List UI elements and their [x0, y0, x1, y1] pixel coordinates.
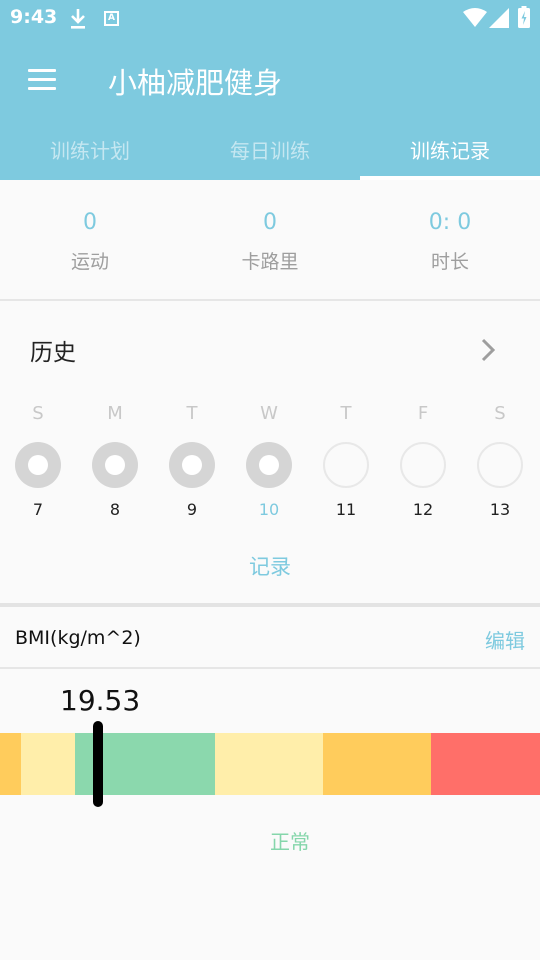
bmi-segment-underweight-dark — [0, 733, 21, 795]
stat-duration: 0: 0 时长 — [360, 180, 540, 299]
tab-training-records[interactable]: 训练记录 — [360, 128, 540, 180]
bmi-marker — [93, 721, 103, 807]
menu-button[interactable] — [20, 62, 64, 98]
day-saturday[interactable]: S 13 — [470, 403, 530, 519]
menu-icon-line — [28, 69, 56, 72]
bmi-header: BMI(kg/m^2) 编辑 — [0, 607, 540, 669]
day-friday[interactable]: F 12 — [393, 403, 453, 519]
wifi-icon — [463, 8, 487, 27]
day-number: 9 — [186, 500, 198, 519]
menu-icon-line — [28, 78, 56, 81]
bmi-edit-button[interactable]: 编辑 — [485, 625, 525, 654]
stat-value: 0 — [83, 210, 97, 235]
bmi-segment-obese — [323, 733, 431, 795]
bmi-value: 19.53 — [60, 684, 141, 717]
app-title: 小柚减肥健身 — [108, 66, 283, 100]
download-icon — [71, 9, 85, 29]
tab-bar: 训练计划 每日训练 训练记录 — [0, 128, 540, 180]
day-letter: S — [494, 403, 506, 424]
record-link[interactable]: 记录 — [0, 551, 540, 581]
app-bar: 小柚减肥健身 训练计划 每日训练 训练记录 — [0, 36, 540, 180]
bmi-segment-severe — [431, 733, 540, 795]
day-letter: M — [107, 403, 123, 424]
day-empty-indicator — [323, 442, 369, 488]
day-number-today: 10 — [258, 500, 280, 519]
day-letter: T — [186, 403, 198, 424]
day-done-indicator — [15, 442, 61, 488]
bmi-scale-bar — [0, 733, 540, 795]
day-thursday[interactable]: T 11 — [316, 403, 376, 519]
battery-icon — [518, 6, 530, 28]
signal-icon — [489, 8, 509, 28]
status-time: 9:43 — [10, 6, 58, 28]
stat-label: 时长 — [430, 251, 469, 273]
day-number: 7 — [32, 500, 44, 519]
stat-value: 0 — [263, 210, 277, 235]
status-bar: 9:43 A — [0, 0, 540, 36]
day-letter: F — [417, 403, 429, 424]
day-number: 12 — [412, 500, 434, 519]
day-letter: T — [340, 403, 352, 424]
day-tuesday[interactable]: T 9 — [162, 403, 222, 519]
bmi-segment-underweight-light — [21, 733, 75, 795]
day-number: 8 — [109, 500, 121, 519]
day-number: 13 — [489, 500, 511, 519]
day-empty-indicator — [400, 442, 446, 488]
stat-label: 运动 — [70, 251, 109, 273]
day-wednesday[interactable]: W 10 — [239, 403, 299, 519]
chevron-right-icon[interactable] — [478, 337, 498, 363]
tab-training-plan[interactable]: 训练计划 — [0, 128, 180, 180]
day-number: 11 — [335, 500, 357, 519]
stat-value: 0: 0 — [428, 210, 472, 235]
history-title: 历史 — [30, 340, 76, 366]
day-empty-indicator — [477, 442, 523, 488]
stat-calories: 0 卡路里 — [180, 180, 360, 299]
app-notification-icon: A — [104, 11, 119, 26]
bmi-status: 正常 — [270, 830, 310, 854]
menu-icon-line — [28, 87, 56, 90]
stats-summary: 0 运动 0 卡路里 0: 0 时长 — [0, 180, 540, 301]
bmi-segment-overweight — [215, 733, 323, 795]
day-done-indicator — [169, 442, 215, 488]
day-letter: S — [32, 403, 44, 424]
stat-exercise: 0 运动 — [0, 180, 180, 299]
day-sunday[interactable]: S 7 — [8, 403, 68, 519]
day-monday[interactable]: M 8 — [85, 403, 145, 519]
day-letter: W — [260, 403, 278, 424]
bmi-title: BMI(kg/m^2) — [15, 627, 141, 649]
history-section: 历史 S 7 M 8 T 9 W 10 T 11 F 12 S 13 记录 — [0, 303, 540, 603]
day-done-indicator — [92, 442, 138, 488]
tab-daily-training[interactable]: 每日训练 — [180, 128, 360, 180]
stat-label: 卡路里 — [241, 251, 299, 273]
day-done-indicator — [246, 442, 292, 488]
